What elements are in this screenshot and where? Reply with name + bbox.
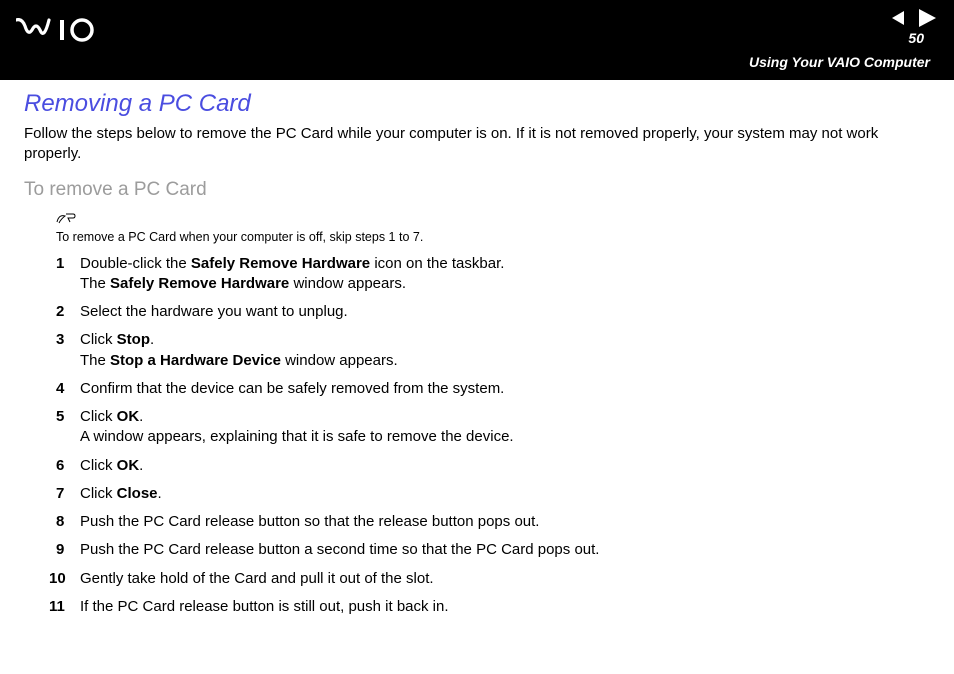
step-4: Confirm that the device can be safely re… xyxy=(56,379,930,399)
procedure-subheading: To remove a PC Card xyxy=(24,179,930,201)
vaio-logo xyxy=(16,18,116,47)
step-9: Push the PC Card release button a second… xyxy=(56,540,930,560)
nav-prev-button[interactable] xyxy=(890,10,908,31)
step-11: If the PC Card release button is still o… xyxy=(56,597,930,617)
step-10: Gently take hold of the Card and pull it… xyxy=(56,569,930,589)
step-5: Click OK. A window appears, explaining t… xyxy=(56,407,930,448)
step-1: Double-click the Safely Remove Hardware … xyxy=(56,254,930,295)
step-8: Push the PC Card release button so that … xyxy=(56,512,930,532)
page-header: 50 Using Your VAIO Computer xyxy=(0,0,954,80)
step-7: Click Close. xyxy=(56,484,930,504)
step-6: Click OK. xyxy=(56,456,930,476)
page-content: Removing a PC Card Follow the steps belo… xyxy=(0,80,954,645)
step-3: Click Stop. The Stop a Hardware Device w… xyxy=(56,330,930,371)
note-block: To remove a PC Card when your computer i… xyxy=(56,211,930,244)
section-label: Using Your VAIO Computer xyxy=(749,54,930,70)
note-text: To remove a PC Card when your computer i… xyxy=(56,230,423,244)
steps-list: Double-click the Safely Remove Hardware … xyxy=(56,254,930,618)
page-heading: Removing a PC Card xyxy=(24,90,930,118)
intro-paragraph: Follow the steps below to remove the PC … xyxy=(24,124,930,165)
note-icon xyxy=(56,211,930,228)
page-number: 50 xyxy=(908,30,924,46)
step-2: Select the hardware you want to unplug. xyxy=(56,302,930,322)
